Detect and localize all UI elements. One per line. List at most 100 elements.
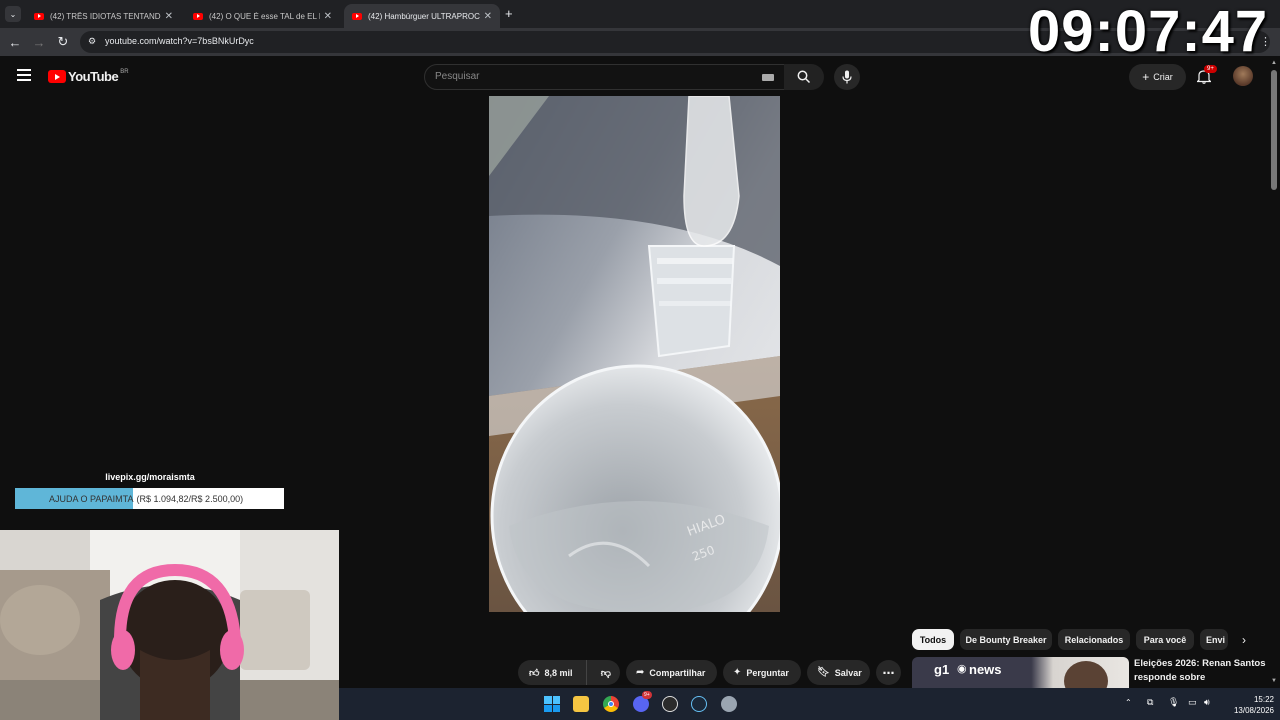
steam-icon[interactable] bbox=[691, 696, 707, 712]
thumbs-up-icon: 👍︎ bbox=[529, 667, 540, 679]
new-tab-button[interactable]: + bbox=[505, 6, 513, 21]
scrollbar-thumb[interactable] bbox=[1271, 70, 1277, 190]
chevron-down-icon: ⌄ bbox=[9, 9, 17, 19]
page-scrollbar[interactable]: ▲ ▼ bbox=[1268, 56, 1280, 688]
tray-mic-icon[interactable]: 🎙︎ bbox=[1168, 697, 1179, 708]
tab-title: (42) Hambúrguer ULTRAPROCE bbox=[368, 11, 480, 21]
chevron-right-icon: › bbox=[1242, 632, 1246, 647]
site-info-icon[interactable]: ⚙ bbox=[88, 36, 96, 47]
url-text: youtube.com/watch?v=7bsBNkUrDyc bbox=[105, 36, 254, 46]
share-arrow-icon: ➦ bbox=[636, 667, 645, 678]
video-frame-image: HIALO 250 bbox=[489, 96, 780, 612]
chips-next-button[interactable]: › bbox=[1232, 629, 1256, 650]
webcam-image bbox=[0, 530, 339, 720]
tab-title: (42) O QUE É esse TAL de EL NI bbox=[209, 11, 320, 21]
save-label: Salvar bbox=[834, 667, 862, 678]
tray-app-icon[interactable]: ⧉ bbox=[1147, 697, 1153, 708]
like-dislike-group: 👍︎ 8,8 mil 👎︎ bbox=[518, 660, 620, 685]
chip-relacionados[interactable]: Relacionados bbox=[1058, 629, 1130, 650]
region-code: BR bbox=[120, 68, 129, 75]
notification-badge: 9+ bbox=[1204, 65, 1217, 73]
create-label: Criar bbox=[1153, 72, 1173, 82]
chip-de-bounty-breaker[interactable]: De Bounty Breaker bbox=[960, 629, 1052, 650]
stream-clock-overlay: 09:07:47 bbox=[1028, 0, 1269, 64]
discord-badge: 9+ bbox=[642, 691, 652, 699]
save-button[interactable]: 🔖︎ Salvar bbox=[807, 660, 870, 685]
youtube-play-icon bbox=[48, 70, 66, 83]
forward-button[interactable]: → bbox=[30, 33, 48, 51]
person-silhouette bbox=[1064, 661, 1108, 688]
video-player[interactable]: HIALO 250 bbox=[489, 96, 780, 612]
dislike-button[interactable]: 👎︎ bbox=[592, 660, 620, 685]
reload-icon: ↻ bbox=[57, 34, 69, 49]
share-button[interactable]: ➦ Compartilhar bbox=[626, 660, 717, 685]
scroll-down-icon[interactable]: ▼ bbox=[1271, 678, 1277, 684]
ask-label: Perguntar bbox=[746, 667, 789, 678]
close-tab-icon[interactable]: ✕ bbox=[165, 11, 173, 22]
scroll-up-icon[interactable]: ▲ bbox=[1271, 60, 1277, 66]
donation-goal-text: AJUDA O PAPAIMTA (R$ 1.094,82/R$ 2.500,0… bbox=[15, 488, 284, 509]
browser-tab-2[interactable]: (42) O QUE É esse TAL de EL NI ✕ bbox=[185, 4, 340, 28]
tab-title: (42) TRÊS IDIOTAS TENTANDO I bbox=[50, 11, 161, 21]
like-count: 8,8 mil bbox=[544, 667, 573, 678]
search-box[interactable]: Pesquisar bbox=[424, 64, 786, 90]
plus-icon: + bbox=[1142, 70, 1150, 84]
chrome-icon[interactable] bbox=[603, 696, 619, 712]
recommendation-title-line2: responde sobre bbox=[1134, 672, 1206, 683]
sparkle-icon: ✦ bbox=[733, 667, 742, 678]
taskbar-time: 15:22 bbox=[1253, 695, 1274, 704]
voice-search-button[interactable] bbox=[834, 64, 860, 90]
arrow-right-icon: → bbox=[32, 34, 46, 50]
settings-gear-icon[interactable] bbox=[721, 696, 737, 712]
news-logo: news bbox=[969, 662, 1002, 677]
ask-button[interactable]: ✦ Perguntar bbox=[723, 660, 801, 685]
reload-button[interactable]: ↻ bbox=[54, 33, 72, 51]
youtube-favicon-icon bbox=[34, 12, 44, 20]
webcam-feed bbox=[0, 530, 339, 720]
chip-para-voce[interactable]: Para você bbox=[1136, 629, 1194, 650]
obs-icon[interactable] bbox=[662, 696, 678, 712]
youtube-logo[interactable]: YouTube BR bbox=[48, 69, 129, 84]
livepix-url: livepix.gg/moraismta bbox=[105, 472, 195, 482]
browser-tab-1[interactable]: (42) TRÊS IDIOTAS TENTANDO I ✕ bbox=[26, 4, 181, 28]
taskbar-date: 13/08/2026 bbox=[1233, 706, 1274, 715]
taskbar-clock[interactable]: 15:22 13/08/2026 bbox=[1228, 694, 1274, 716]
recommendation-title-line1: Eleições 2026: Renan Santos bbox=[1134, 658, 1266, 669]
windows-taskbar: 9+ ⌃ ⧉ 🎙︎ ▭ 🔊︎ 15:22 13/08/2026 bbox=[339, 688, 1280, 720]
bookmark-icon: 🔖︎ bbox=[817, 667, 830, 678]
tab-list-dropdown[interactable]: ⌄ bbox=[5, 6, 21, 22]
more-actions-button[interactable]: ⋯ bbox=[876, 660, 901, 685]
avatar[interactable] bbox=[1233, 66, 1253, 86]
youtube-favicon-icon bbox=[352, 12, 362, 20]
create-button[interactable]: + Criar bbox=[1129, 64, 1186, 90]
arrow-left-icon: ← bbox=[8, 34, 22, 50]
back-button[interactable]: ← bbox=[6, 33, 24, 51]
news-logo-icon: ◉ bbox=[957, 663, 967, 675]
goal-label: AJUDA O PAPAIMTA bbox=[49, 493, 134, 504]
guide-menu-icon[interactable] bbox=[17, 69, 31, 81]
tray-overflow-icon[interactable]: ⌃ bbox=[1125, 698, 1132, 707]
recommendation-thumbnail[interactable]: g1 ◉ news bbox=[912, 657, 1129, 688]
recommendation-title[interactable]: Eleições 2026: Renan Santos responde sob… bbox=[1134, 657, 1266, 685]
discord-icon[interactable]: 9+ bbox=[633, 691, 652, 712]
file-explorer-icon[interactable] bbox=[573, 696, 589, 712]
goal-amount: (R$ 1.094,82/R$ 2.500,00) bbox=[136, 493, 244, 504]
close-tab-icon[interactable]: ✕ bbox=[484, 11, 492, 22]
microphone-icon bbox=[842, 70, 852, 84]
search-button[interactable] bbox=[784, 64, 824, 90]
like-button[interactable]: 👍︎ 8,8 mil bbox=[518, 660, 587, 685]
chip-enviados[interactable]: Envi bbox=[1200, 629, 1228, 650]
search-input[interactable]: Pesquisar bbox=[435, 71, 479, 82]
volume-icon[interactable]: 🔊︎ bbox=[1204, 697, 1210, 708]
search-icon bbox=[797, 70, 811, 84]
close-tab-icon[interactable]: ✕ bbox=[324, 11, 332, 22]
windows-start-icon[interactable] bbox=[544, 696, 560, 712]
browser-tab-3[interactable]: (42) Hambúrguer ULTRAPROCE ✕ bbox=[344, 4, 500, 28]
notifications-button[interactable]: 9+ bbox=[1196, 65, 1217, 85]
donation-goal-bar: AJUDA O PAPAIMTA (R$ 1.094,82/R$ 2.500,0… bbox=[15, 488, 284, 509]
more-horizontal-icon: ⋯ bbox=[882, 665, 895, 680]
network-icon[interactable]: ▭ bbox=[1188, 697, 1197, 708]
youtube-wordmark: YouTube bbox=[68, 69, 119, 84]
keyboard-icon[interactable] bbox=[762, 74, 774, 81]
chip-todos[interactable]: Todos bbox=[912, 629, 954, 650]
